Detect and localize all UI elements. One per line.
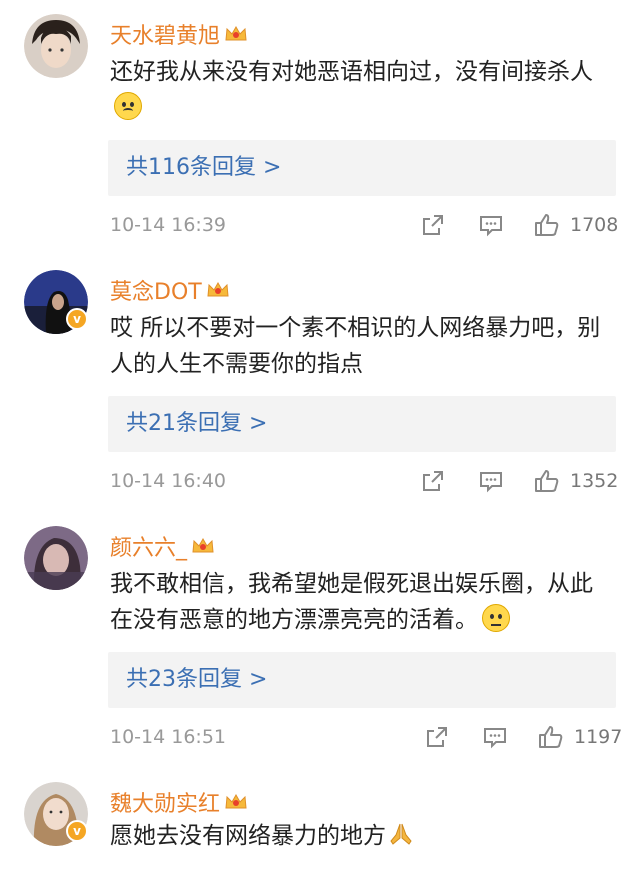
avatar[interactable] [24,14,88,78]
comment-icon[interactable] [482,724,508,750]
vip-crown-icon [192,537,214,553]
comment-text: 我不敢相信，我希望她是假死退出娱乐圈，从此在没有恶意的地方漂漂亮亮的活着。 [110,571,593,633]
timestamp: 10-14 16:51 [110,726,227,748]
like-icon[interactable] [534,212,560,238]
username[interactable]: 颜六六_ [110,530,187,562]
comment-text: 哎 所以不要对一个素不相识的人网络暴力吧，别人的人生不需要你的指点 [110,315,601,377]
verified-badge-icon: v [66,308,88,330]
avatar[interactable] [24,526,88,590]
share-icon[interactable] [420,468,446,494]
like-count: 1197 [574,726,623,748]
timestamp: 10-14 16:40 [110,470,227,492]
verified-badge-icon: v [66,820,88,842]
like-icon[interactable] [534,468,560,494]
vip-crown-icon [225,25,247,41]
vip-crown-icon [207,281,229,297]
comment-icon[interactable] [478,212,504,238]
comment-text: 还好我从来没有对她恶语相向过，没有间接杀人 [110,54,610,126]
username[interactable]: 魏大勋实红 [110,786,220,818]
avatar[interactable]: v [24,270,88,334]
like-count: 1352 [570,470,619,492]
timestamp: 10-14 16:39 [110,214,227,236]
sad-face-emoji [114,92,142,120]
avatar-image [24,14,88,78]
avatar[interactable]: v [24,782,88,846]
comment-meta: 10-14 16:51 1197 [110,722,623,752]
like-count: 1708 [570,214,619,236]
avatar-image [24,526,88,590]
comment-meta: 10-14 16:40 1352 [110,466,620,496]
share-icon[interactable] [424,724,450,750]
speechless-face-emoji [482,604,510,632]
username[interactable]: 天水碧黄旭 [110,18,220,50]
share-icon[interactable] [420,212,446,238]
like-icon[interactable] [538,724,564,750]
username[interactable]: 莫念DOT [110,274,202,306]
replies-link[interactable]: 共23条回复 > [108,652,616,708]
comment-meta: 10-14 16:39 1708 [110,210,620,240]
comment-text: 愿她去没有网络暴力的地方 [110,818,610,854]
comment-icon[interactable] [478,468,504,494]
replies-link[interactable]: 共116条回复 > [108,140,616,196]
pray-hands-emoji [390,823,412,845]
replies-link[interactable]: 共21条回复 > [108,396,616,452]
vip-crown-icon [225,793,247,809]
